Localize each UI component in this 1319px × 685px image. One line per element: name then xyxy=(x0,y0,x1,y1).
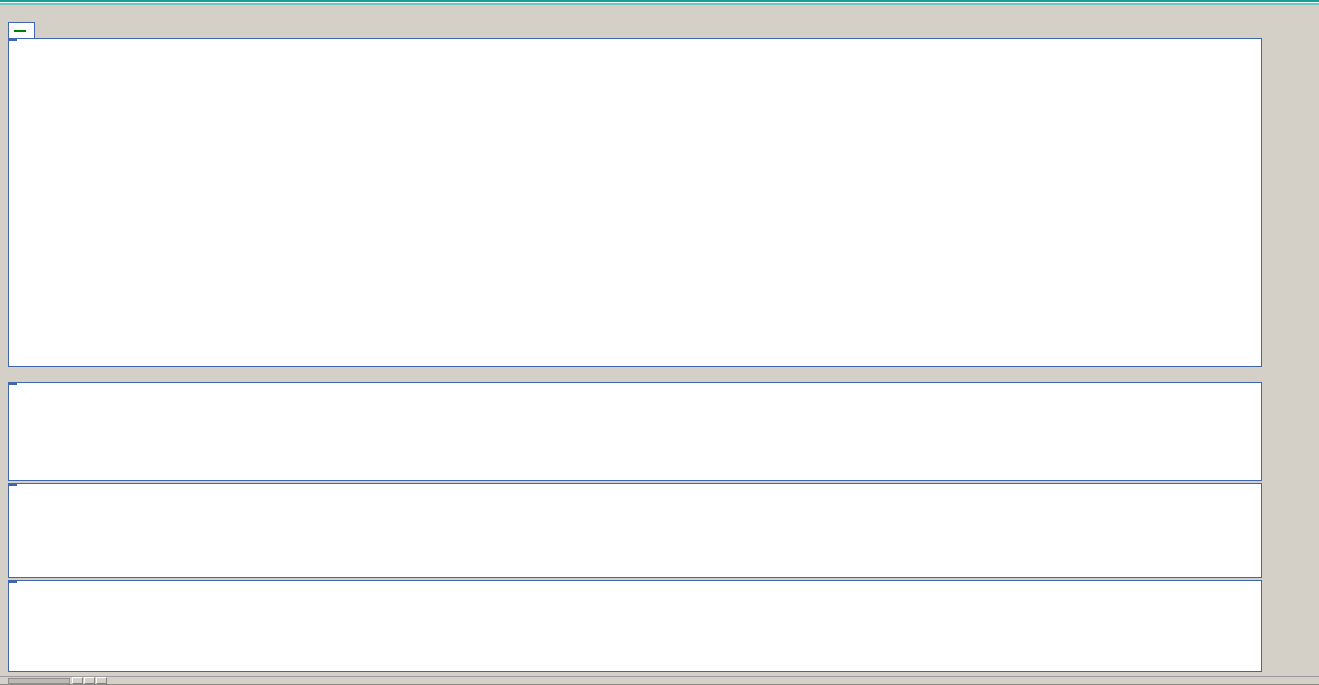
scroll-button-2[interactable] xyxy=(84,677,95,684)
scroll-button-3[interactable] xyxy=(96,677,107,684)
scroll-button-1[interactable] xyxy=(72,677,83,684)
volume-pane[interactable] xyxy=(8,580,1262,672)
macd-pane[interactable] xyxy=(8,483,1262,578)
price-pane-header xyxy=(9,39,17,41)
stochastic-pane[interactable] xyxy=(8,382,1262,481)
macd-pane-header xyxy=(9,484,17,486)
window-top-edge xyxy=(0,0,1319,6)
stochastic-pane-header xyxy=(9,383,17,385)
tab-series-dash-icon xyxy=(14,29,26,32)
chart-window xyxy=(0,0,1319,685)
symbol-tab[interactable] xyxy=(8,22,35,39)
price-pane[interactable] xyxy=(8,38,1262,367)
volume-pane-header xyxy=(9,581,17,583)
